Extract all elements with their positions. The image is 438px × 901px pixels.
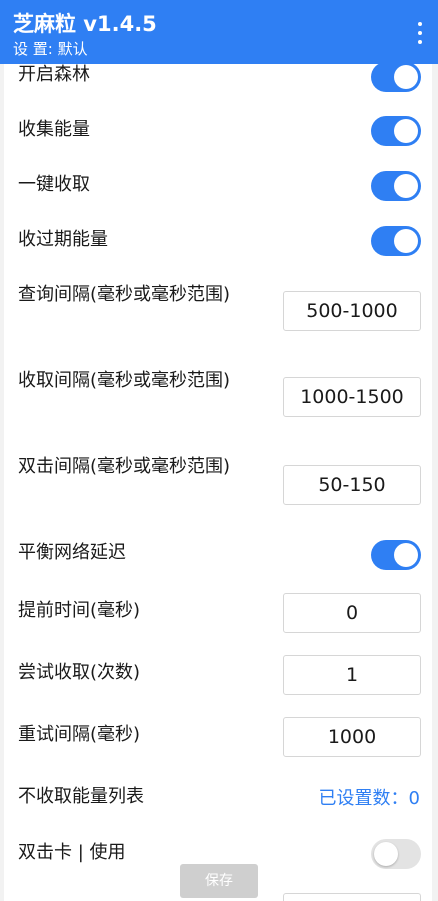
app-title: 芝麻粒 v1.4.5 — [13, 12, 157, 36]
setting-label: 双击间隔(毫秒或毫秒范围) — [18, 456, 231, 477]
toggle-knob — [394, 174, 418, 198]
toggle-knob — [374, 842, 398, 866]
enable-forest-toggle[interactable] — [371, 62, 421, 92]
query-interval-input[interactable]: 500-1000 — [283, 291, 421, 331]
setting-label: 重试间隔(毫秒) — [18, 724, 141, 745]
setting-query-interval: 查询间隔(毫秒或毫秒范围) 500-1000 — [4, 280, 432, 344]
setting-retry-count: 尝试收取(次数) 1 — [4, 655, 432, 698]
setting-collect-energy: 收集能量 — [4, 115, 432, 149]
toggle-knob — [394, 229, 418, 253]
setting-label: 收集能量 — [18, 119, 90, 140]
collect-expired-toggle[interactable] — [371, 226, 421, 256]
setting-one-click-collect: 一键收取 — [4, 170, 432, 204]
retry-count-input[interactable]: 1 — [283, 655, 421, 695]
setting-label: 开启森林 — [18, 64, 90, 85]
double-click-card-toggle[interactable] — [371, 839, 421, 869]
setting-label: 双击卡 | 使用 — [18, 842, 126, 863]
save-button[interactable]: 保存 — [180, 864, 258, 898]
setting-label: 不收取能量列表 — [18, 786, 144, 807]
setting-collect-interval: 收取间隔(毫秒或毫秒范围) 1000-1500 — [4, 366, 432, 430]
collect-energy-toggle[interactable] — [371, 116, 421, 146]
setting-enable-forest: 开启森林 — [4, 60, 432, 94]
toggle-knob — [394, 543, 418, 567]
skip-list-count[interactable]: 已设置数：0 — [319, 784, 420, 814]
setting-label: 提前时间(毫秒) — [18, 600, 141, 621]
more-vertical-icon[interactable] — [414, 22, 426, 44]
setting-label: 尝试收取(次数) — [18, 662, 141, 683]
setting-skip-energy-list[interactable]: 不收取能量列表 已设置数：0 — [4, 782, 432, 816]
collect-interval-input[interactable]: 1000-1500 — [283, 377, 421, 417]
toggle-knob — [394, 119, 418, 143]
setting-balance-network-delay: 平衡网络延迟 — [4, 538, 432, 572]
one-click-collect-toggle[interactable] — [371, 171, 421, 201]
setting-label: 收取间隔(毫秒或毫秒范围) — [18, 370, 231, 391]
advance-time-input[interactable]: 0 — [283, 593, 421, 633]
setting-retry-interval: 重试间隔(毫秒) 1000 — [4, 717, 432, 760]
toggle-knob — [394, 65, 418, 89]
retry-interval-input[interactable]: 1000 — [283, 717, 421, 757]
setting-advance-time: 提前时间(毫秒) 0 — [4, 593, 432, 636]
double-click-interval-input[interactable]: 50-150 — [283, 465, 421, 505]
setting-collect-expired: 收过期能量 — [4, 225, 432, 259]
setting-label: 查询间隔(毫秒或毫秒范围) — [18, 284, 231, 305]
setting-label: 一键收取 — [18, 174, 90, 195]
settings-list: 开启森林 收集能量 一键收取 收过期能量 查询间隔(毫秒或毫秒范围) 500-1… — [4, 0, 432, 901]
balance-network-delay-toggle[interactable] — [371, 540, 421, 570]
setting-label: 平衡网络延迟 — [18, 542, 126, 563]
setting-double-click-interval: 双击间隔(毫秒或毫秒范围) 50-150 — [4, 452, 432, 516]
next-setting-input[interactable] — [283, 893, 421, 901]
config-subtitle: 设 置: 默认 — [13, 40, 88, 58]
app-bar: 芝麻粒 v1.4.5 设 置: 默认 — [0, 0, 438, 64]
setting-label: 收过期能量 — [18, 229, 108, 250]
